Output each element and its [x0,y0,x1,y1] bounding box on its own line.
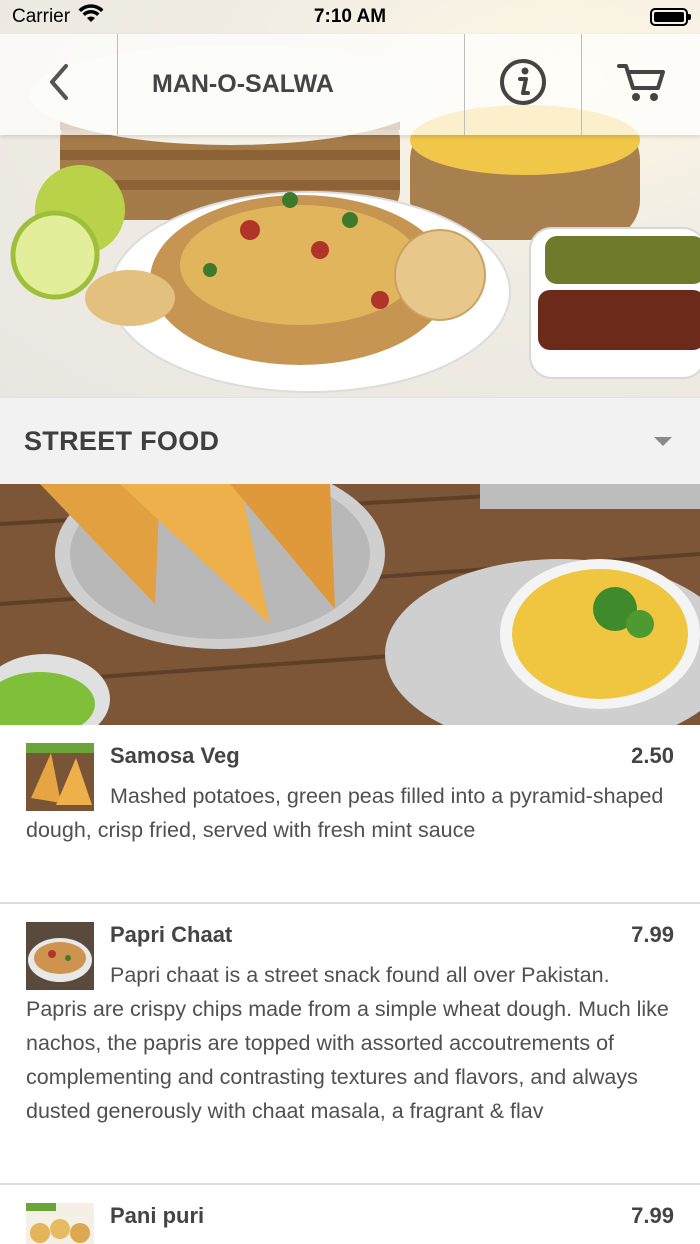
wifi-icon [78,4,104,30]
back-button[interactable] [0,34,118,135]
category-title: STREET FOOD [24,425,220,456]
cart-button[interactable] [582,34,700,135]
item-name: Samosa Veg [110,743,240,768]
papri-chaat-thumbnail [26,922,94,990]
item-description: Papri chaat is a street snack found all … [26,963,669,1123]
chevron-left-icon [46,62,72,107]
item-description: Mashed potatoes, green peas filled into … [26,784,664,842]
status-time: 7:10 AM [313,6,387,27]
category-selector[interactable]: STREET FOOD [0,397,700,484]
item-price: 7.99 [631,922,674,947]
info-button[interactable] [464,34,582,135]
item-price: 7.99 [631,1203,674,1228]
shopping-cart-icon [616,60,666,109]
item-price: 2.50 [631,743,674,768]
pani-puri-thumbnail [26,1203,94,1244]
caret-down-icon [654,436,672,446]
menu-item[interactable]: Samosa Veg 2.50 Mashed potatoes, green p… [0,725,700,904]
menu-item[interactable]: Pani puri 7.99 [0,1185,700,1244]
menu-item[interactable]: Papri Chaat 7.99 Papri chaat is a street… [0,904,700,1185]
nav-bar: MAN-O-SALWA [0,34,700,135]
menu-list: Samosa Veg 2.50 Mashed potatoes, green p… [0,725,700,1244]
item-name: Pani puri [110,1203,205,1228]
item-name: Papri Chaat [110,922,233,947]
info-circle-icon [498,57,548,112]
samosa-thumbnail [26,743,94,811]
category-banner-image [0,484,700,725]
status-bar: Carrier 7:10 AM [0,0,700,34]
carrier-label: Carrier [12,6,71,27]
restaurant-title: MAN-O-SALWA [152,70,334,98]
battery-icon [650,8,691,26]
